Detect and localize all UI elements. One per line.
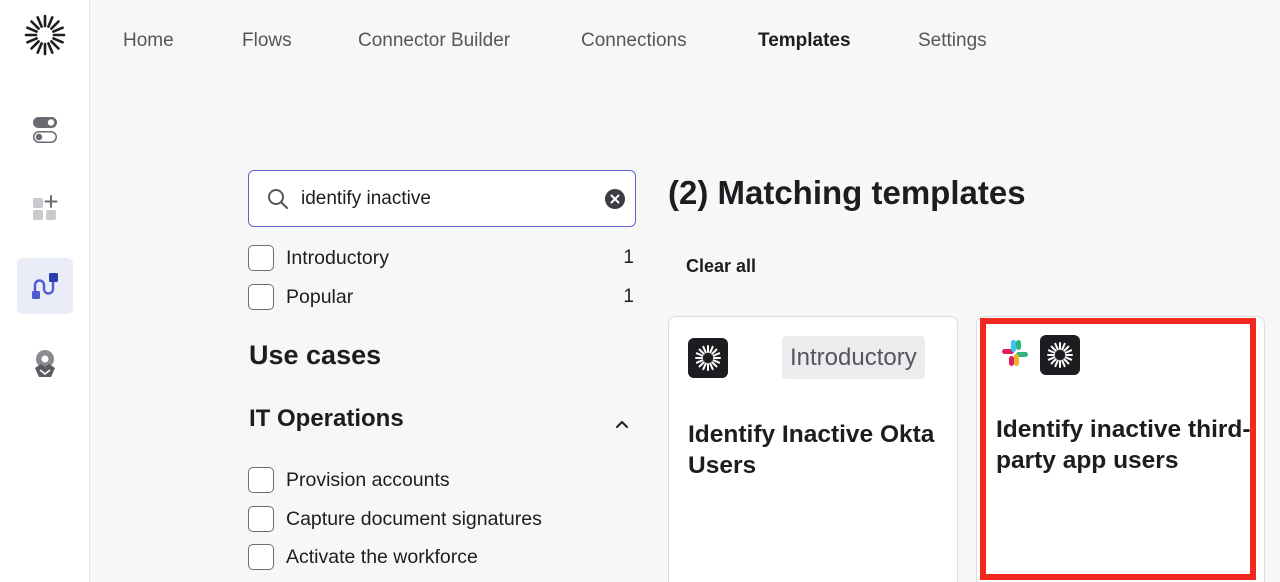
filter-label: Popular [286,285,354,308]
use-case-provision-accounts: Provision accounts [248,467,636,493]
filter-label: Introductory [286,246,389,269]
use-case-label: Capture document signatures [286,507,542,530]
nav-home[interactable]: Home [123,30,174,52]
nav-settings[interactable]: Settings [918,30,987,52]
filter-popular: Popular 1 [248,284,636,310]
add-widgets-icon[interactable] [17,180,73,236]
results-title: (2) Matching templates [668,174,1026,211]
search-input[interactable] [301,183,591,215]
checkbox[interactable] [248,506,274,532]
use-cases-heading: Use cases [249,340,382,370]
checkbox[interactable] [248,284,274,310]
tag-introductory: Introductory [782,336,925,379]
nav-connections[interactable]: Connections [581,30,687,52]
checkbox[interactable] [248,245,274,271]
search-box [248,170,636,227]
template-card-title[interactable]: Identify Inactive Okta Users [688,419,943,481]
filter-count: 1 [623,286,634,307]
filter-introductory: Introductory 1 [248,245,636,271]
nav-connector-builder[interactable]: Connector Builder [358,30,510,52]
use-case-label: Provision accounts [286,468,450,491]
use-case-activate-workforce: Activate the workforce [248,544,636,570]
okta-logo-icon[interactable] [24,14,66,56]
slack-logo-icon [999,337,1031,374]
template-card-title[interactable]: Identify inactive third-party app users [996,414,1251,476]
nav-flows[interactable]: Flows [242,30,292,52]
okta-logo-icon [1040,335,1080,375]
sidebar [0,0,90,582]
connections-icon[interactable] [17,336,73,392]
filter-count: 1 [623,247,634,268]
okta-logo-icon [688,338,728,378]
checkbox[interactable] [248,467,274,493]
use-case-capture-signatures: Capture document signatures [248,506,636,532]
clear-search-icon[interactable] [604,188,626,215]
checkbox[interactable] [248,544,274,570]
toggle-icon[interactable] [17,102,73,158]
nav-templates[interactable]: Templates [758,30,851,52]
chevron-up-icon[interactable] [612,414,632,439]
top-nav: Home Flows Connector Builder Connections… [90,0,1280,82]
it-operations-heading[interactable]: IT Operations [249,405,404,433]
search-icon [267,188,289,215]
use-case-label: Activate the workforce [286,545,478,568]
clear-all-button[interactable]: Clear all [686,256,756,277]
flow-icon[interactable] [17,258,73,314]
